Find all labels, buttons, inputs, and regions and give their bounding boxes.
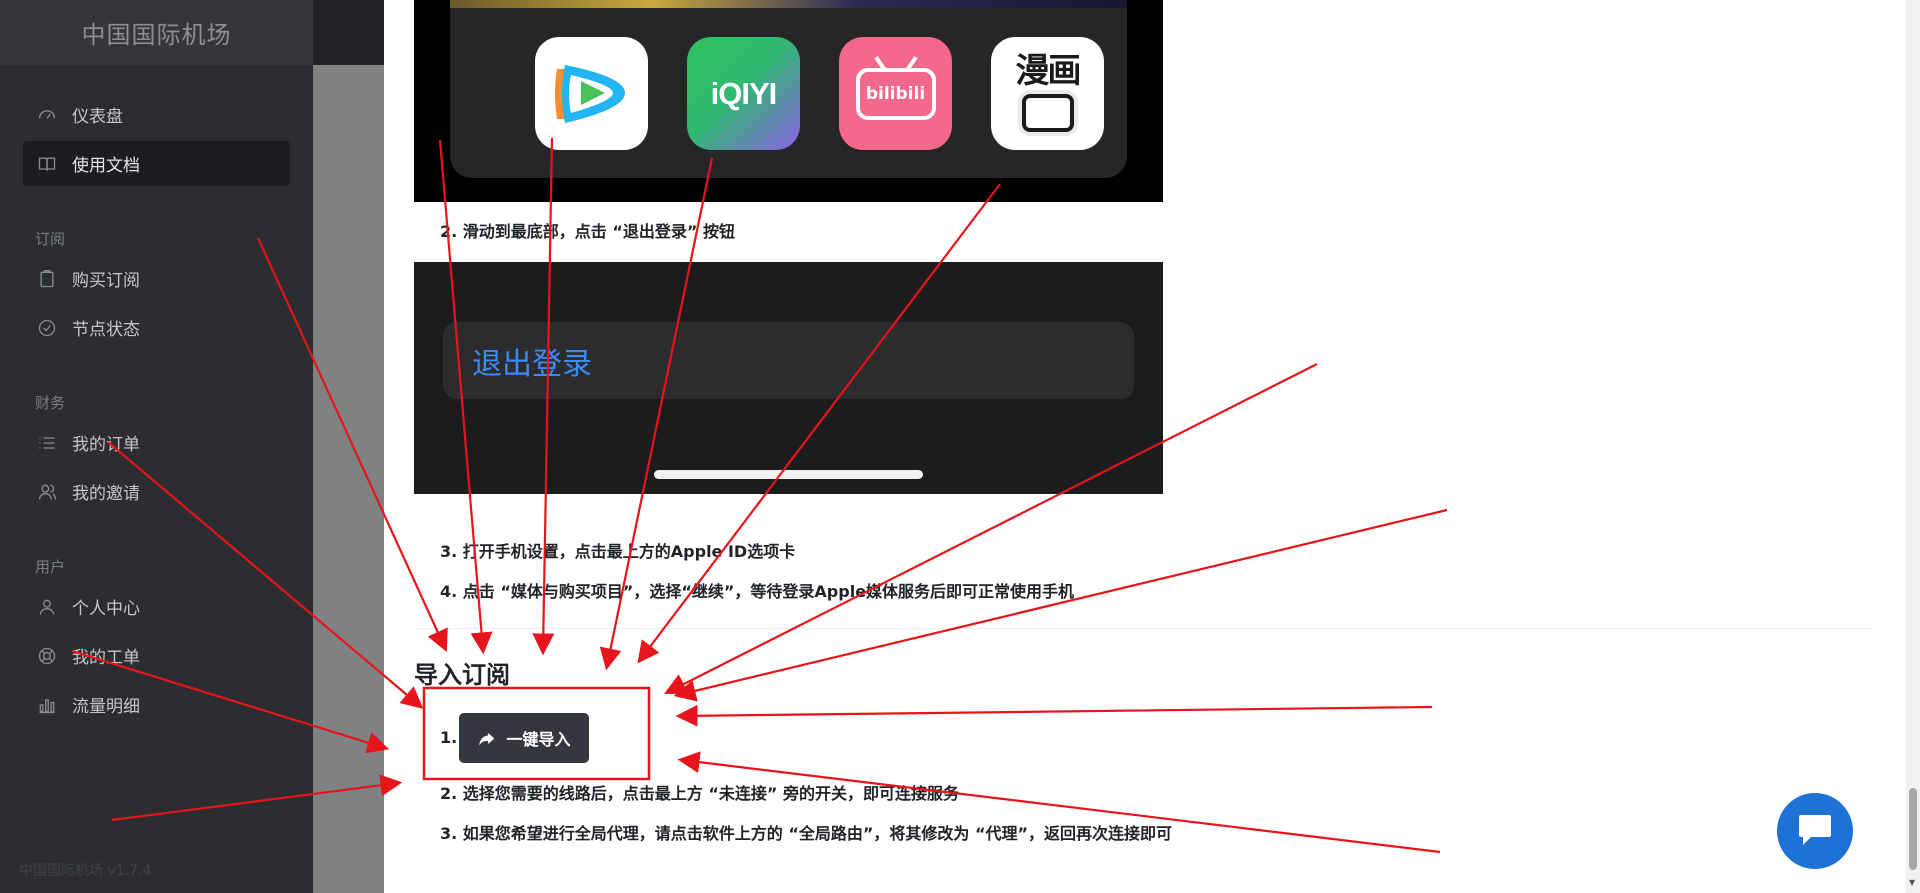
logout-row: 退出登录 (443, 322, 1134, 399)
sidebar-item-profile[interactable]: 个人中心 (23, 584, 290, 629)
bar-chart-icon (36, 694, 58, 716)
sidebar-item-label: 我的邀请 (72, 484, 140, 504)
iqiyi-icon: iQIYI (687, 37, 800, 150)
check-circle-icon (36, 317, 58, 339)
sidebar-item-label: 仪表盘 (72, 107, 123, 127)
tencent-video-icon (535, 37, 648, 150)
sidebar-item-orders[interactable]: 我的订单 (23, 420, 290, 465)
doc-content: iQIYI bilibili 漫画 2. 滑动到最底部，点击 “退出登录” 按钮… (384, 0, 1906, 893)
app-icons-screenshot: iQIYI bilibili 漫画 (414, 0, 1163, 202)
sidebar-item-label: 节点状态 (72, 320, 140, 340)
import-section-title: 导入订阅 (414, 661, 510, 689)
step-text: 2. 滑动到最底部，点击 “退出登录” 按钮 (440, 222, 735, 241)
step-text: 4. 点击 “媒体与购买项目”，选择“继续”，等待登录Apple媒体服务后即可正… (440, 582, 1075, 601)
sidebar-item-dashboard[interactable]: 仪表盘 (23, 92, 290, 137)
sidebar-item-label: 购买订阅 (72, 271, 140, 291)
sidebar-item-tickets[interactable]: 我的工单 (23, 633, 290, 678)
section-divider (414, 628, 1870, 629)
nav-group-user: 用户 (35, 558, 66, 576)
list-icon (36, 432, 58, 454)
sidebar-item-docs[interactable]: 使用文档 (23, 141, 290, 186)
manhua-icon: 漫画 (991, 37, 1104, 150)
sidebar: 中国国际机场 仪表盘 使用文档 订阅 购买订阅 节点状态 财务 我的订单 我的邀… (0, 0, 313, 893)
sidebar-item-invites[interactable]: 我的邀请 (23, 469, 290, 514)
sidebar-item-label: 我的订单 (72, 435, 140, 455)
sidebar-item-traffic[interactable]: 流量明细 (23, 682, 290, 727)
clipboard-icon (36, 268, 58, 290)
dashboard-icon (36, 104, 58, 126)
lifebuoy-icon (36, 645, 58, 667)
chat-support-button[interactable] (1777, 793, 1853, 869)
bilibili-label: bilibili (865, 83, 926, 104)
sidebar-item-label: 个人中心 (72, 599, 140, 619)
version-label: 中国国际机场 v1.7.4 (19, 863, 152, 879)
content-gutter (313, 0, 384, 893)
sidebar-item-label: 使用文档 (72, 156, 140, 176)
users-icon (36, 481, 58, 503)
manhua-label: 漫画 (1015, 51, 1082, 91)
share-arrow-icon (479, 732, 495, 746)
gutter-top (313, 0, 384, 65)
scroll-down-arrow-icon[interactable]: ▼ (1909, 878, 1915, 887)
home-indicator (654, 470, 923, 479)
brand-title: 中国国际机场 (0, 0, 313, 65)
scrollbar-thumb[interactable] (1909, 788, 1917, 870)
sidebar-item-node-status[interactable]: 节点状态 (23, 305, 290, 350)
book-icon (36, 153, 58, 175)
user-icon (36, 596, 58, 618)
logout-screenshot: 退出登录 (414, 262, 1163, 494)
sidebar-item-buy-subscription[interactable]: 购买订阅 (23, 256, 290, 301)
nav-group-finance: 财务 (35, 394, 66, 412)
sidebar-item-label: 流量明细 (72, 697, 140, 717)
step-text: 3. 如果您希望进行全局代理，请点击软件上方的 “全局路由”，将其修改为 “代理… (440, 824, 1172, 843)
iqiyi-label: iQIYI (710, 75, 778, 111)
chat-bubble-icon (1799, 815, 1831, 845)
sidebar-item-label: 我的工单 (72, 648, 140, 668)
nav-group-subscription: 订阅 (35, 230, 66, 248)
step-text: 2. 选择您需要的线路后，点击最上方 “未连接” 旁的开关，即可连接服务 (440, 784, 959, 803)
step-text: 3. 打开手机设置，点击最上方的Apple ID选项卡 (440, 542, 796, 561)
button-label: 一键导入 (506, 732, 571, 749)
bilibili-icon: bilibili (839, 37, 952, 150)
one-click-import-button[interactable]: 一键导入 (459, 713, 589, 763)
import-step-number: 1. (440, 728, 458, 747)
page-scrollbar[interactable]: ▼ (1906, 0, 1920, 893)
